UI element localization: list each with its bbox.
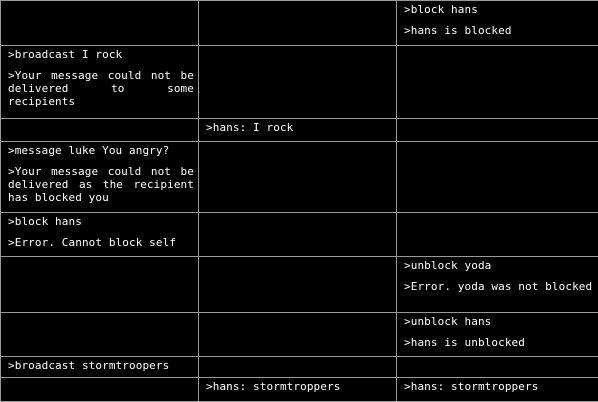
table-row: >broadcast I rock >Your message could not…	[1, 46, 598, 119]
message-line: >broadcast I rock	[8, 48, 194, 61]
table-cell	[397, 46, 598, 119]
table-row: >broadcast stormtroopers	[1, 357, 598, 378]
message-line: >broadcast stormtroopers	[8, 359, 194, 372]
table-cell	[199, 46, 397, 119]
table-cell: >hans: stormtroppers	[397, 378, 598, 402]
table-cell: >broadcast I rock >Your message could not…	[1, 46, 199, 119]
chat-log-table: >block hans >hans is blocked >broadcast I …	[0, 0, 598, 402]
table-row: >unblock hans >hans is unblocked	[1, 313, 598, 357]
table-cell: >unblock hans >hans is unblocked	[397, 313, 598, 357]
table-cell	[1, 313, 199, 357]
table-cell	[199, 313, 397, 357]
table-row: >block hans >hans is blocked	[1, 1, 598, 46]
table-cell	[199, 257, 397, 313]
message-line: >unblock hans	[404, 315, 594, 328]
message-line: >Error. yoda was not blocked	[404, 280, 594, 293]
table-cell	[1, 378, 199, 402]
message-line: >hans: I rock	[206, 121, 392, 134]
message-line: >unblock yoda	[404, 259, 594, 272]
table-cell	[397, 142, 598, 213]
table-cell	[397, 119, 598, 142]
table-cell: >block hans >hans is blocked	[397, 1, 598, 46]
table-row: >unblock yoda >Error. yoda was not blocke…	[1, 257, 598, 313]
message-line: >hans is blocked	[404, 24, 594, 37]
message-line: >Your message could not be delivered as …	[8, 165, 194, 204]
table-cell	[199, 1, 397, 46]
table-cell: >block hans >Error. Cannot block self	[1, 213, 199, 257]
message-line: >hans is unblocked	[404, 336, 594, 349]
table-cell	[1, 119, 199, 142]
table-cell	[1, 1, 199, 46]
table-cell: >unblock yoda >Error. yoda was not blocke…	[397, 257, 598, 313]
table-cell	[199, 142, 397, 213]
table-cell: >message luke You angry? >Your message co…	[1, 142, 199, 213]
table-cell: >hans: stormtroppers	[199, 378, 397, 402]
chat-log-body: >block hans >hans is blocked >broadcast I …	[1, 1, 598, 402]
table-cell	[397, 357, 598, 378]
table-cell	[397, 213, 598, 257]
message-line: >Error. Cannot block self	[8, 236, 194, 249]
message-line: >hans: stormtroppers	[404, 380, 594, 393]
message-line: >block hans	[8, 215, 194, 228]
table-cell	[199, 213, 397, 257]
table-cell	[199, 357, 397, 378]
table-cell: >broadcast stormtroopers	[1, 357, 199, 378]
message-line: >message luke You angry?	[8, 144, 194, 157]
table-cell	[1, 257, 199, 313]
table-cell: >hans: I rock	[199, 119, 397, 142]
message-line: >Your message could not be delivered to …	[8, 69, 194, 108]
table-row: >block hans >Error. Cannot block self	[1, 213, 598, 257]
table-row: >hans: I rock	[1, 119, 598, 142]
message-line: >block hans	[404, 3, 594, 16]
table-row: >hans: stormtroppers >hans: stormtroppers	[1, 378, 598, 402]
message-line: >hans: stormtroppers	[206, 380, 392, 393]
table-row: >message luke You angry? >Your message co…	[1, 142, 598, 213]
